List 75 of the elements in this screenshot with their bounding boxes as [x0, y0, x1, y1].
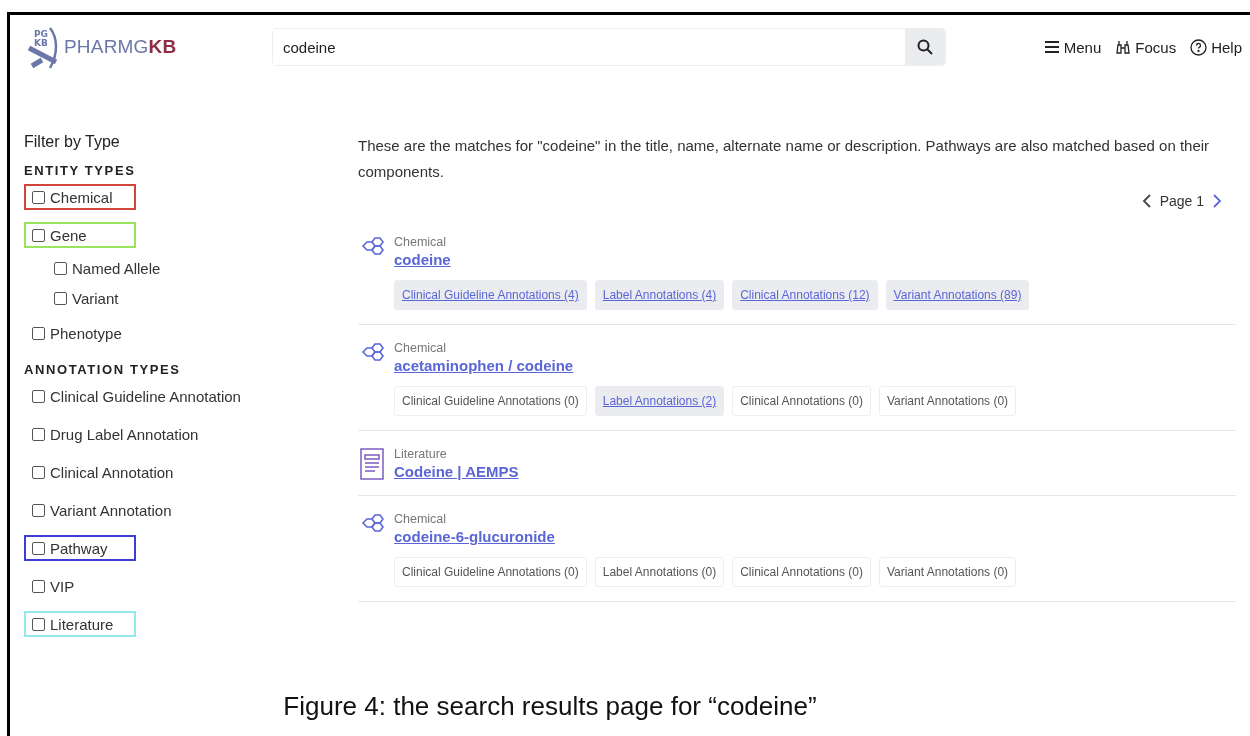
- checkbox[interactable]: [32, 427, 45, 441]
- nav-label: Menu: [1063, 38, 1102, 56]
- nav-label: Focus: [1135, 38, 1177, 56]
- highlighted-filter[interactable]: Literature: [24, 611, 136, 637]
- annotation-count: Clinical Guideline Annotations (0): [394, 557, 587, 587]
- annotation-count: Variant Annotations (0): [878, 557, 1017, 587]
- checkbox[interactable]: [32, 617, 45, 631]
- highlighted-filter[interactable]: Chemical: [24, 184, 136, 210]
- search-icon: [917, 39, 933, 55]
- checkbox[interactable]: [54, 261, 67, 275]
- checkbox[interactable]: [54, 291, 67, 305]
- help-icon: [1190, 38, 1208, 56]
- highlighted-filter[interactable]: Gene: [24, 222, 136, 248]
- result-type: Literature: [394, 447, 448, 461]
- nav-link[interactable]: Focus: [1115, 38, 1177, 56]
- filter-label: Literature: [50, 615, 114, 633]
- menu-icon: [1043, 40, 1060, 54]
- filter-option[interactable]: Variant Annotation: [24, 497, 180, 523]
- nav-link[interactable]: Menu: [1043, 38, 1102, 56]
- page-label: Page 1: [1159, 193, 1204, 209]
- filter-label: Phenotype: [50, 324, 122, 342]
- checkbox[interactable]: [32, 228, 45, 242]
- result-type: Chemical: [394, 235, 448, 249]
- checkbox[interactable]: [32, 503, 45, 517]
- filter-label: Variant Annotation: [50, 501, 172, 519]
- annotation-link[interactable]: Label Annotations (2): [594, 386, 725, 416]
- checkbox[interactable]: [32, 389, 45, 403]
- filter-label: Clinical Annotation: [50, 463, 174, 481]
- binoculars-icon: [1115, 39, 1132, 55]
- search-button[interactable]: [905, 29, 945, 65]
- nav-link[interactable]: Help: [1190, 38, 1242, 56]
- annotation-count: Label Annotations (0): [594, 557, 725, 587]
- filter-label: VIP: [50, 577, 75, 595]
- filter-option[interactable]: Clinical Annotation: [24, 459, 182, 485]
- annotation-count: Clinical Guideline Annotations (0): [394, 386, 587, 416]
- checkbox[interactable]: [32, 190, 45, 204]
- filter-title: Filter by Type: [24, 133, 121, 151]
- checkbox[interactable]: [32, 579, 45, 593]
- section-heading: ANNOTATION TYPES: [24, 362, 182, 377]
- logo-mark: PG KB: [34, 30, 48, 48]
- checkbox[interactable]: [32, 465, 45, 479]
- figure-caption: Figure 4: the search results page for “codeine”: [282, 690, 818, 723]
- result-title-link[interactable]: Codeine | AEMPS: [394, 463, 519, 480]
- results-description: These are the matches for "codeine" in the title, name, alternate name or description. Pathways are also matched based on their components.: [358, 136, 1211, 182]
- filter-label: Chemical: [50, 188, 113, 206]
- filter-option[interactable]: VIP: [24, 573, 83, 599]
- annotation-link[interactable]: Clinical Guideline Annotations (4): [394, 280, 587, 310]
- annotation-link[interactable]: Label Annotations (4): [594, 280, 725, 310]
- checkbox[interactable]: [32, 541, 45, 555]
- previous-page-icon[interactable]: [1141, 194, 1152, 208]
- annotation-count: Clinical Annotations (0): [732, 557, 871, 587]
- next-page-icon[interactable]: [1212, 194, 1222, 208]
- annotation-count: Clinical Annotations (0): [732, 386, 871, 416]
- result-type: Chemical: [394, 512, 448, 526]
- result-title-link[interactable]: codeine-6-glucuronide: [394, 528, 1017, 545]
- section-heading: ENTITY TYPES: [24, 163, 137, 178]
- highlighted-filter[interactable]: Pathway: [24, 535, 136, 561]
- annotation-count: Variant Annotations (0): [878, 386, 1017, 416]
- filter-label: Drug Label Annotation: [50, 425, 199, 443]
- filter-option[interactable]: Drug Label Annotation: [24, 421, 207, 447]
- filter-label: Pathway: [50, 539, 108, 557]
- annotation-link[interactable]: Clinical Annotations (12): [732, 280, 878, 310]
- filter-option[interactable]: Clinical Guideline Annotation: [24, 383, 249, 409]
- checkbox[interactable]: [32, 326, 45, 340]
- filter-option[interactable]: Phenotype: [24, 320, 130, 346]
- filter-label: Clinical Guideline Annotation: [50, 387, 241, 405]
- result-title-link[interactable]: acetaminophen / codeine: [394, 357, 1017, 374]
- logo-text: PHARMGKB: [64, 36, 177, 58]
- filter-label: Variant: [72, 289, 119, 307]
- result-title-link[interactable]: codeine: [394, 251, 1030, 268]
- result-type: Chemical: [394, 341, 448, 355]
- annotation-link[interactable]: Variant Annotations (89): [885, 280, 1030, 310]
- filter-label: Named Allele: [72, 259, 161, 277]
- nav-label: Help: [1211, 38, 1242, 56]
- filter-label: Gene: [50, 226, 87, 244]
